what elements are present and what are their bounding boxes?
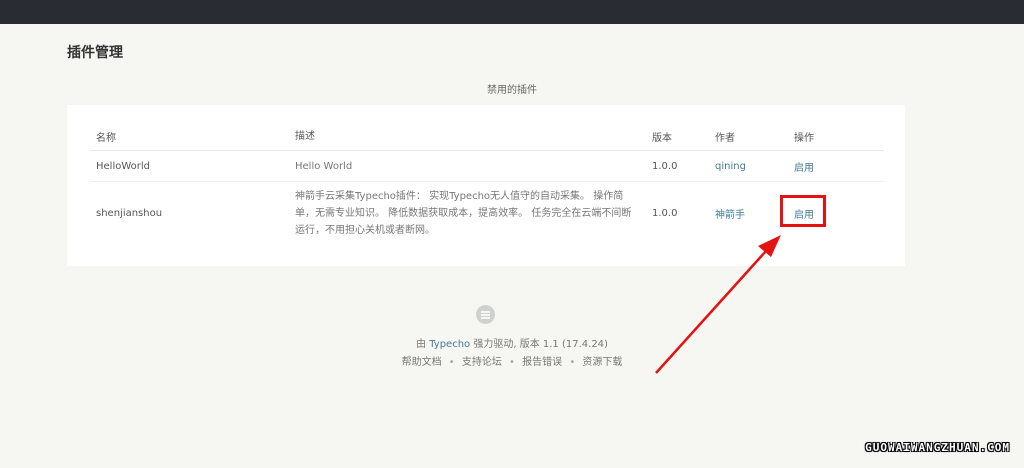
footer-link-support-forum[interactable]: 支持论坛 bbox=[462, 357, 502, 368]
footer-version: 强力驱动, 版本 1.1 (17.4.24) bbox=[473, 339, 608, 350]
watermark: GUOWAIWANGZHUAN.COM bbox=[865, 441, 1010, 454]
typecho-logo-icon bbox=[476, 305, 495, 324]
footer-powered-by: 由 Typecho 强力驱动, 版本 1.1 (17.4.24) bbox=[0, 335, 1024, 350]
footer-separator: • bbox=[509, 357, 515, 368]
footer-link-report-bug[interactable]: 报告错误 bbox=[522, 357, 562, 368]
footer-prefix: 由 bbox=[416, 339, 427, 350]
red-arrow-icon bbox=[655, 235, 781, 374]
footer-links: 帮助文档 • 支持论坛 • 报告错误 • 资源下载 bbox=[0, 353, 1024, 368]
footer-separator: • bbox=[448, 357, 455, 368]
footer-separator: • bbox=[569, 357, 576, 368]
typecho-link[interactable]: Typecho bbox=[429, 339, 470, 350]
footer-link-downloads[interactable]: 资源下载 bbox=[582, 357, 622, 368]
footer-link-help-docs[interactable]: 帮助文档 bbox=[402, 357, 442, 368]
